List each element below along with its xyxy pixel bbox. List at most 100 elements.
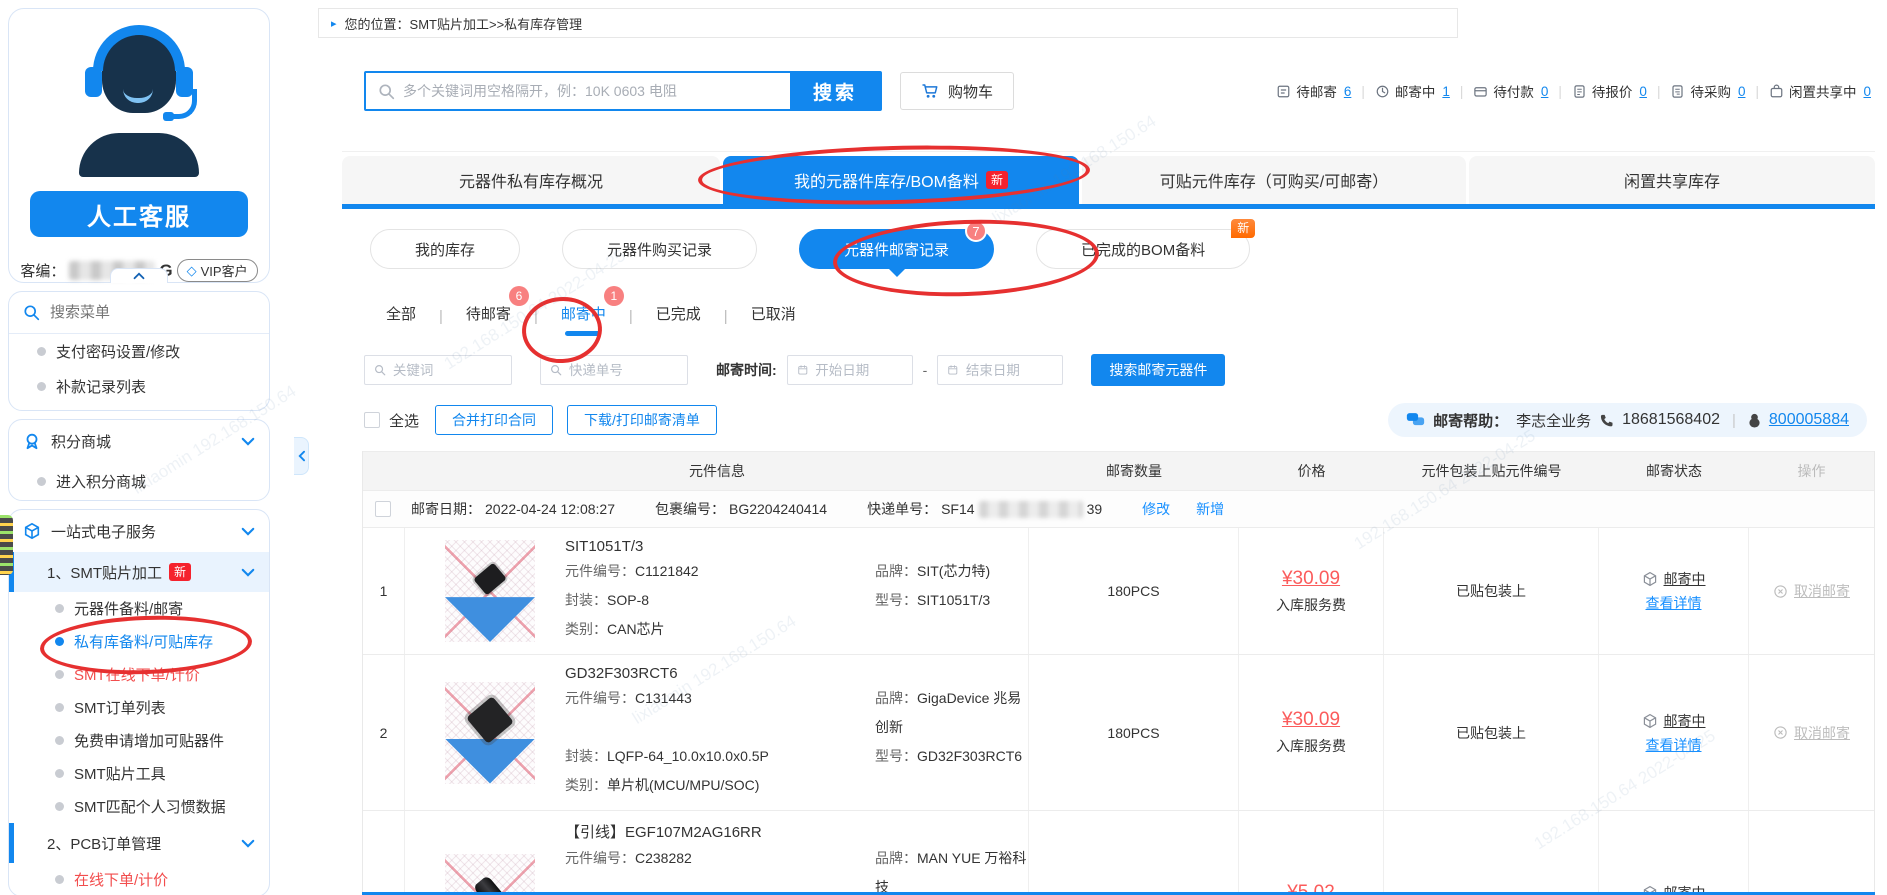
chevron-down-icon[interactable] — [241, 568, 255, 577]
price[interactable]: ¥30.09 — [1282, 709, 1340, 731]
cart-button[interactable]: 购物车 — [900, 72, 1014, 110]
menu-search[interactable] — [9, 292, 269, 334]
cancel-mail-action[interactable]: 取消邮寄 — [1749, 528, 1874, 654]
help-phone-number[interactable]: 18681568402 — [1622, 411, 1720, 429]
sidebar-collapse-handle[interactable] — [294, 437, 309, 475]
search-icon — [374, 363, 386, 377]
tab-idle-shared-stock[interactable]: 闲置共享库存 — [1469, 156, 1875, 204]
part-number: C131443 — [635, 690, 692, 706]
subtab-mail-records[interactable]: 元器件邮寄记录7 — [799, 229, 994, 269]
sidebar-group-pcb-orders[interactable]: 2、PCB订单管理 — [9, 823, 269, 863]
tracking-input[interactable] — [569, 363, 678, 378]
stat-mailing[interactable]: 邮寄中1 — [1375, 81, 1450, 101]
sidebar-item-payment-password[interactable]: 支付密码设置/修改 — [9, 334, 269, 369]
add-link[interactable]: 新增 — [1196, 499, 1224, 519]
sidebar-item-smt-personal-data[interactable]: SMT匹配个人习惯数据 — [9, 790, 269, 823]
stat-count-link[interactable]: 0 — [1738, 84, 1746, 99]
help-qq-link[interactable]: 800005884 — [1769, 411, 1849, 429]
price[interactable]: ¥30.09 — [1282, 568, 1340, 590]
mail-help-label: 邮寄帮助： — [1433, 410, 1508, 431]
view-details-link[interactable]: 查看详情 — [1646, 593, 1702, 613]
component-image[interactable] — [445, 682, 535, 784]
mail-status[interactable]: 邮寄中 — [1664, 711, 1706, 731]
cancel-mail-action[interactable]: 取消邮寄 — [1749, 655, 1874, 810]
customer-service-card: 人工客服 客编： G ◇VIP客户 — [8, 8, 270, 283]
tab-my-stock-bom[interactable]: 我的元器件库存/BOM备料新 — [723, 156, 1079, 204]
tracking-field[interactable] — [540, 355, 688, 385]
component-image[interactable] — [445, 854, 535, 895]
brand: SIT(芯力特) — [917, 563, 990, 579]
component-title[interactable]: GD32F303RCT6 — [565, 665, 1028, 682]
stat-count-link[interactable]: 0 — [1863, 84, 1871, 99]
stat-pending-payment[interactable]: 待付款0 — [1473, 81, 1548, 101]
sidebar-group-smt-processing[interactable]: 1、SMT贴片加工 新 — [9, 552, 269, 592]
stat-pending-quote[interactable]: 待报价0 — [1572, 81, 1647, 101]
component-search-input[interactable] — [403, 73, 790, 109]
stat-count-link[interactable]: 6 — [1344, 84, 1352, 99]
subtab-completed-bom[interactable]: 已完成的BOM备料新 — [1036, 229, 1250, 269]
chevron-down-icon[interactable] — [241, 527, 255, 536]
stat-pending-purchase[interactable]: 待采购0 — [1670, 81, 1745, 101]
feedback-widget-tab[interactable] — [0, 515, 13, 575]
mail-status[interactable]: 邮寄中 — [1664, 569, 1706, 589]
component-title[interactable]: 【引线】EGF107M2AG16RR — [565, 821, 1028, 842]
sidebar-item-smt-online-order[interactable]: SMT在线下单/计价 — [9, 658, 269, 691]
sidebar-item-component-prep-mail[interactable]: 元器件备料/邮寄 — [9, 592, 269, 625]
filter-mailing[interactable]: 邮寄中1 — [559, 301, 608, 332]
vip-badge[interactable]: ◇VIP客户 — [177, 259, 258, 282]
end-date-field[interactable] — [937, 355, 1063, 385]
edit-link[interactable]: 修改 — [1142, 499, 1170, 519]
select-all-checkbox[interactable] — [364, 412, 380, 428]
download-print-list-button[interactable]: 下载/打印邮寄清单 — [567, 405, 717, 435]
subtab-my-stock[interactable]: 我的库存 — [370, 229, 520, 269]
start-date-field[interactable] — [787, 355, 913, 385]
tab-private-stock-overview[interactable]: 元器件私有库存概况 — [342, 156, 720, 204]
search-button[interactable]: 搜索 — [790, 73, 880, 109]
stat-idle-shared[interactable]: 闲置共享中0 — [1769, 81, 1871, 101]
search-mail-components-button[interactable]: 搜索邮寄元器件 — [1091, 354, 1225, 386]
status-filters: 全部 | 待邮寄6 | 邮寄中1 | 已完成 | 已取消 — [384, 301, 1877, 332]
filter-completed[interactable]: 已完成 — [654, 301, 703, 332]
sidebar-item-free-apply-components[interactable]: 免费申请增加可贴器件 — [9, 724, 269, 757]
menu-search-input[interactable] — [50, 304, 220, 321]
sidebar-collapse-tab[interactable] — [110, 268, 168, 283]
bullet-dot — [37, 382, 46, 391]
sidebar-section-points-mall[interactable]: 积分商城 — [9, 420, 269, 462]
sidebar-item-repayment-records[interactable]: 补款记录列表 — [9, 369, 269, 404]
chevron-down-icon[interactable] — [241, 839, 255, 848]
filter-cancelled[interactable]: 已取消 — [749, 301, 798, 332]
date-range-label: 邮寄时间: — [716, 360, 777, 380]
stat-count-link[interactable]: 1 — [1442, 84, 1450, 99]
calendar-icon — [947, 363, 959, 377]
package-cube-icon — [1642, 571, 1658, 587]
group-checkbox[interactable] — [375, 501, 391, 517]
keyword-input[interactable] — [393, 363, 502, 378]
cancel-mail-action[interactable]: 取消邮寄 — [1749, 811, 1874, 895]
start-date-input[interactable] — [815, 363, 902, 378]
live-support-button[interactable]: 人工客服 — [30, 191, 248, 237]
filter-pending-mail[interactable]: 待邮寄6 — [464, 301, 513, 332]
component-title[interactable]: SIT1051T/3 — [565, 538, 990, 555]
chevron-up-icon — [133, 272, 145, 280]
component-search: 搜索 — [364, 71, 882, 111]
sidebar-item-smt-tools[interactable]: SMT贴片工具 — [9, 757, 269, 790]
purchase-icon — [1670, 84, 1685, 99]
view-details-link[interactable]: 查看详情 — [1646, 735, 1702, 755]
merge-print-contract-button[interactable]: 合并打印合同 — [435, 405, 553, 435]
stat-count-link[interactable]: 0 — [1639, 84, 1647, 99]
chevron-down-icon[interactable] — [241, 437, 255, 446]
sidebar-item-private-stock[interactable]: 私有库备料/可贴库存 — [9, 625, 269, 658]
breadcrumb-text: 您的位置：SMT贴片加工>>私有库存管理 — [345, 14, 583, 33]
subtab-purchase-records[interactable]: 元器件购买记录 — [562, 229, 757, 269]
end-date-input[interactable] — [966, 363, 1053, 378]
sidebar-section-one-stop-services[interactable]: 一站式电子服务 — [9, 510, 269, 552]
filter-all[interactable]: 全部 — [384, 301, 418, 332]
sidebar-item-smt-order-list[interactable]: SMT订单列表 — [9, 691, 269, 724]
sidebar-item-enter-points-mall[interactable]: 进入积分商城 — [9, 462, 269, 500]
keyword-field[interactable] — [364, 355, 512, 385]
stat-count-link[interactable]: 0 — [1541, 84, 1549, 99]
stat-pending-mail[interactable]: 待邮寄6 — [1276, 81, 1351, 101]
tab-mountable-stock[interactable]: 可贴元件库存（可购买/可邮寄） — [1082, 156, 1466, 204]
sidebar-item-pcb-online-order[interactable]: 在线下单/计价 — [9, 863, 269, 895]
component-image[interactable] — [445, 540, 535, 642]
